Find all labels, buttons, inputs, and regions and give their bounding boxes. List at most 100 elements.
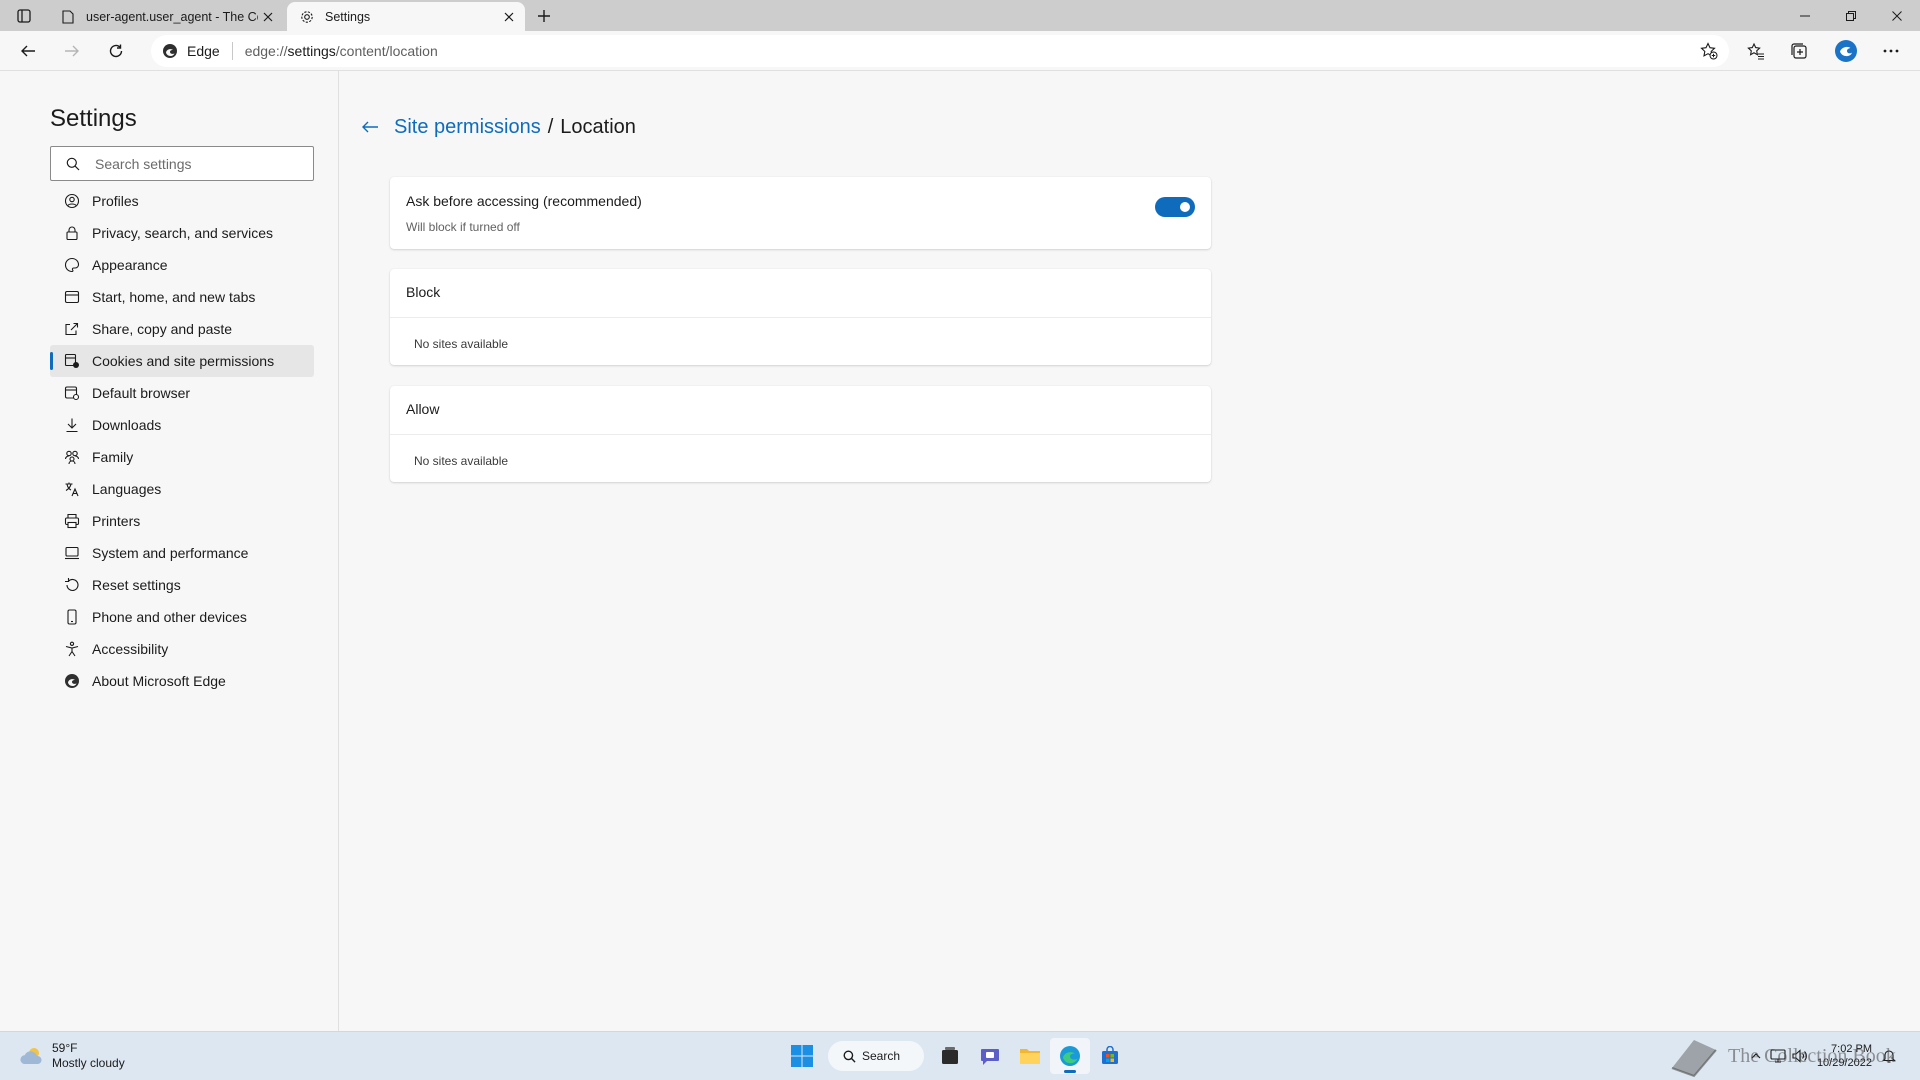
close-window-button[interactable] [1874, 0, 1920, 31]
tab-title: user-agent.user_agent - The Coll [86, 9, 258, 24]
browser-icon [64, 385, 80, 401]
sidebar-item-downloads[interactable]: Downloads [50, 409, 314, 441]
volume-icon[interactable] [1789, 1045, 1811, 1067]
store-icon[interactable] [1090, 1038, 1130, 1074]
download-icon [64, 417, 80, 433]
settings-title: Settings [50, 105, 137, 132]
sidebar-item-privacy[interactable]: Privacy, search, and services [50, 217, 314, 249]
search-input[interactable] [95, 155, 313, 172]
sidebar-item-label: Privacy, search, and services [92, 225, 274, 241]
block-list-card: Block No sites available [390, 269, 1211, 365]
clock-time: 7:02 PM [1831, 1043, 1872, 1055]
ask-before-accessing-toggle[interactable] [1155, 197, 1195, 217]
search-icon [65, 156, 81, 172]
url-prefix: edge:// [244, 43, 288, 59]
home-tabs-icon [64, 289, 80, 305]
tab-actions-icon[interactable] [11, 4, 37, 28]
sidebar-item-languages[interactable]: Languages [50, 473, 314, 505]
lock-icon [64, 225, 80, 241]
accessibility-icon [64, 641, 80, 657]
sidebar-item-label: Appearance [92, 257, 168, 273]
allow-empty-text: No sites available [414, 454, 509, 468]
family-icon [64, 449, 80, 465]
sidebar-item-family[interactable]: Family [50, 441, 314, 473]
sidebar-item-reset[interactable]: Reset settings [50, 569, 314, 601]
page-icon [60, 9, 76, 25]
task-view-icon[interactable] [930, 1038, 970, 1074]
block-empty-text: No sites available [414, 337, 509, 351]
sidebar-item-label: Languages [92, 481, 162, 497]
clock-date: 10/29/2022 [1816, 1057, 1872, 1069]
address-bar[interactable]: Edge edge://settings/content/location [151, 35, 1729, 67]
file-explorer-icon[interactable] [1010, 1038, 1050, 1074]
chevron-up-icon[interactable] [1745, 1045, 1767, 1067]
network-icon[interactable] [1767, 1045, 1789, 1067]
favorites-icon[interactable] [1741, 36, 1771, 66]
sidebar-item-default-browser[interactable]: Default browser [50, 377, 314, 409]
minimize-button[interactable] [1782, 0, 1828, 31]
sidebar-item-printers[interactable]: Printers [50, 505, 314, 537]
restore-button[interactable] [1828, 0, 1874, 31]
search-icon [842, 1049, 856, 1063]
appearance-icon [64, 257, 80, 273]
new-tab-button[interactable] [531, 3, 557, 29]
teams-chat-icon[interactable] [970, 1038, 1010, 1074]
clock[interactable]: 7:02 PM 10/29/2022 [1817, 1042, 1872, 1070]
close-icon[interactable] [258, 7, 278, 27]
sidebar-item-system[interactable]: System and performance [50, 537, 314, 569]
sidebar-item-profiles[interactable]: Profiles [50, 185, 314, 217]
allow-heading: Allow [406, 401, 440, 417]
ask-before-accessing-description: Will block if turned off [406, 220, 520, 234]
sidebar-item-appearance[interactable]: Appearance [50, 249, 314, 281]
cloud-icon [20, 1048, 42, 1064]
settings-content: Site permissions / Location Ask before a… [340, 71, 1920, 1031]
sidebar-item-share[interactable]: Share, copy and paste [50, 313, 314, 345]
taskbar-apps: Search [782, 1038, 1130, 1074]
collections-icon[interactable] [1784, 36, 1814, 66]
sidebar-item-accessibility[interactable]: Accessibility [50, 633, 314, 665]
start-button[interactable] [782, 1038, 822, 1074]
reset-icon [64, 577, 80, 593]
tab-user-agent[interactable]: user-agent.user_agent - The Coll [48, 2, 284, 31]
sidebar-item-cookies[interactable]: Cookies and site permissions [50, 345, 314, 377]
block-heading: Block [406, 284, 441, 300]
divider [390, 434, 1211, 435]
toggle-knob [1180, 202, 1190, 212]
url-host: settings [287, 43, 336, 59]
system-tray: 7:02 PM 10/29/2022 [1745, 1039, 1900, 1073]
weather-temp: 59°F [52, 1041, 78, 1055]
refresh-button[interactable] [101, 36, 131, 66]
sidebar-item-phone[interactable]: Phone and other devices [50, 601, 314, 633]
back-button[interactable] [13, 36, 43, 66]
sidebar-item-label: About Microsoft Edge [92, 673, 226, 689]
cookies-icon [64, 353, 80, 369]
sidebar-item-about[interactable]: About Microsoft Edge [50, 665, 314, 697]
sidebar-item-start-home[interactable]: Start, home, and new tabs [50, 281, 314, 313]
edge-taskbar-icon[interactable] [1050, 1038, 1090, 1074]
url-path: /content/location [335, 43, 438, 59]
search-settings[interactable] [50, 146, 314, 181]
system-icon [64, 545, 80, 561]
profile-icon [64, 193, 80, 209]
add-favorite-icon[interactable] [1699, 41, 1719, 61]
close-icon[interactable] [499, 7, 519, 27]
taskbar-search[interactable]: Search [828, 1041, 924, 1071]
sidebar-item-label: Phone and other devices [92, 609, 247, 625]
address-site-label: Edge [187, 43, 220, 59]
allow-list-card: Allow No sites available [390, 386, 1211, 482]
profile-avatar-icon[interactable] [1831, 36, 1861, 66]
tab-title: Settings [325, 9, 371, 24]
weather-description: Mostly cloudy [52, 1056, 125, 1070]
back-arrow-icon[interactable] [358, 115, 382, 139]
sidebar-item-label: Start, home, and new tabs [92, 289, 256, 305]
more-options-icon[interactable] [1876, 36, 1906, 66]
edge-icon [161, 42, 179, 60]
sidebar-item-label: Cookies and site permissions [92, 353, 275, 369]
breadcrumb-site-permissions-link[interactable]: Site permissions [394, 116, 541, 139]
sidebar-item-label: Share, copy and paste [92, 321, 233, 337]
forward-button[interactable] [57, 36, 87, 66]
edge-icon [64, 673, 80, 689]
notifications-icon[interactable] [1878, 1045, 1900, 1067]
weather-widget[interactable]: 59°F Mostly cloudy [18, 1041, 125, 1071]
tab-settings[interactable]: Settings [287, 2, 525, 31]
